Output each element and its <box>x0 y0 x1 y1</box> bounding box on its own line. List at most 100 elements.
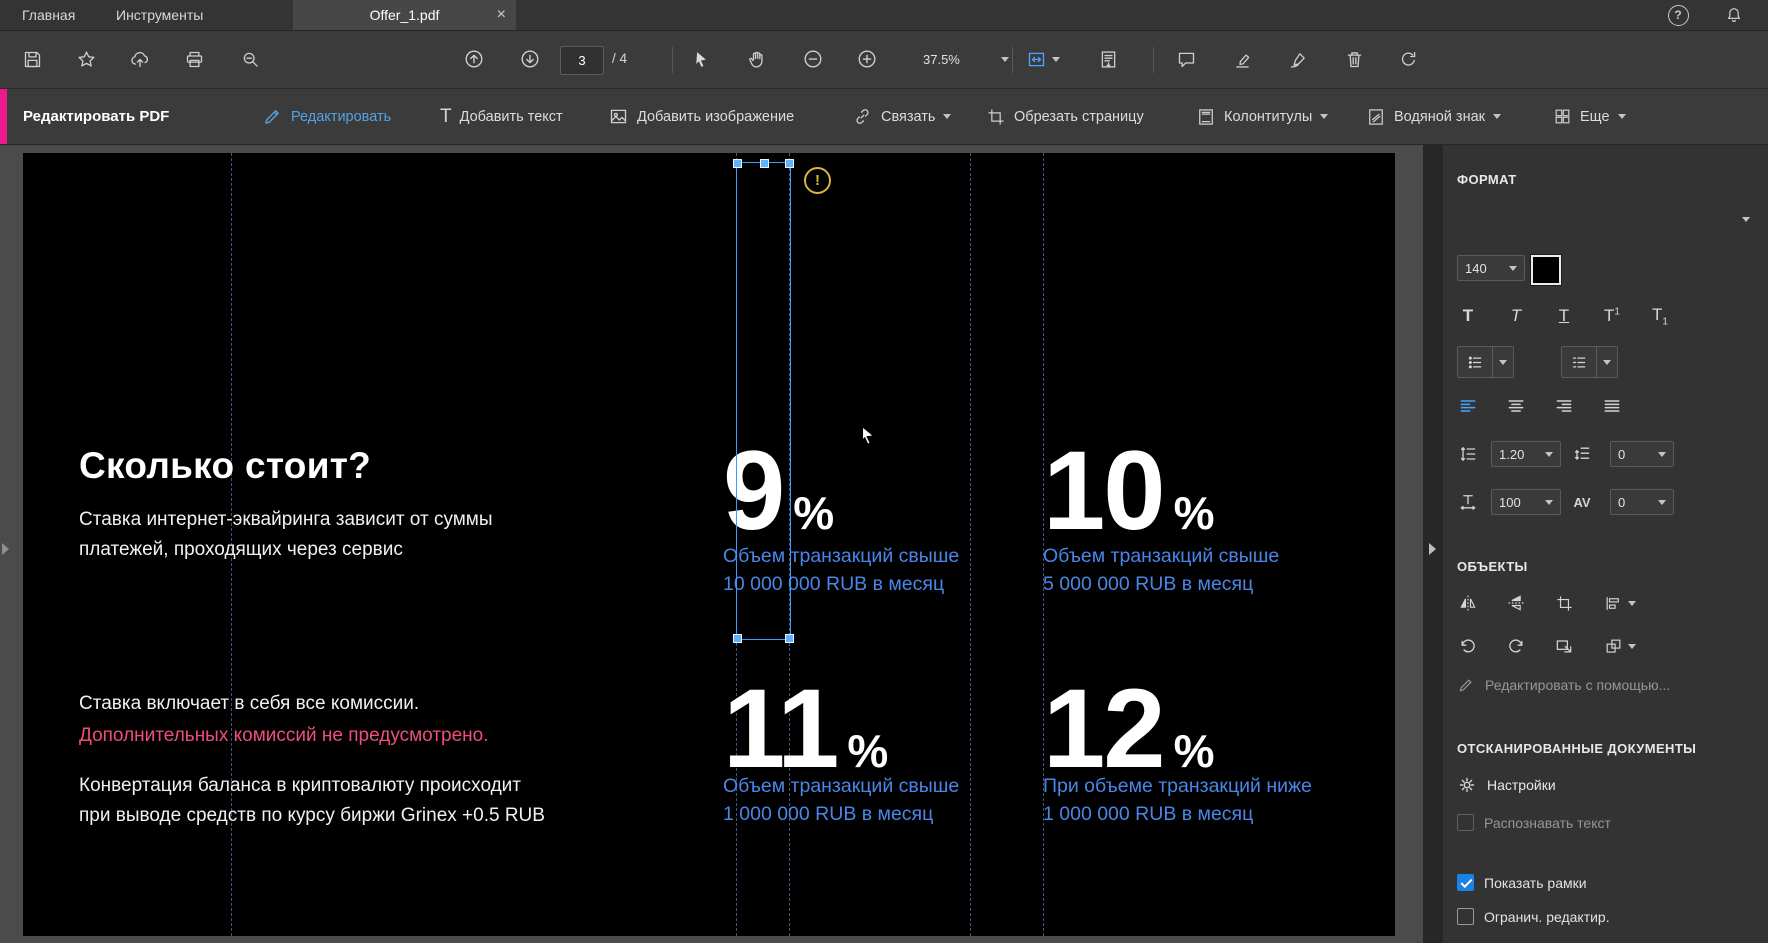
bullet-list-dropdown[interactable] <box>1457 346 1514 378</box>
page-total-label: / 4 <box>612 51 628 66</box>
zoom-out-button[interactable] <box>795 41 831 77</box>
share-cloud-button[interactable] <box>122 41 158 77</box>
pdf-page[interactable]: Сколько стоит? Ставка интернет-эквайринг… <box>23 153 1395 936</box>
align-left-button[interactable] <box>1450 390 1486 422</box>
star-icon <box>77 50 95 67</box>
search-button[interactable] <box>232 41 268 77</box>
show-frames-checkbox-row[interactable]: Показать рамки <box>1457 874 1587 891</box>
align-objects-dropdown[interactable] <box>1594 587 1646 619</box>
font-family-dropdown[interactable] <box>1742 217 1750 222</box>
zoom-level-dropdown[interactable]: 37.5% <box>915 46 1017 72</box>
horizontal-scale-dropdown[interactable]: 100 <box>1491 489 1561 515</box>
restrict-edit-label: Огранич. редактир. <box>1484 908 1610 925</box>
collapse-panel-icon[interactable] <box>1429 543 1436 555</box>
replace-image-button[interactable] <box>1546 630 1582 662</box>
align-justify-button[interactable] <box>1594 390 1630 422</box>
scan-settings-button[interactable]: Настройки <box>1457 775 1556 795</box>
watermark-dropdown[interactable]: Водяной знак <box>1366 89 1501 144</box>
underline-button[interactable]: T <box>1546 300 1582 332</box>
tier-rate-10[interactable]: 10% <box>1043 435 1214 547</box>
flip-horizontal-button[interactable] <box>1450 587 1486 619</box>
font-color-swatch[interactable] <box>1530 254 1562 286</box>
crop-object-button[interactable] <box>1546 587 1582 619</box>
flip-vertical-button[interactable] <box>1498 587 1534 619</box>
crop-page-button[interactable]: Обрезать страницу <box>986 89 1144 144</box>
previous-page-button[interactable] <box>456 41 492 77</box>
recognize-text-checkbox[interactable] <box>1457 814 1474 831</box>
show-frames-checkbox[interactable] <box>1457 874 1474 891</box>
tier-caption-10[interactable]: Объем транзакций свыше 5 000 000 RUB в м… <box>1043 542 1279 598</box>
hand-tool-button[interactable] <box>739 41 775 77</box>
restrict-edit-checkbox-row[interactable]: Огранич. редактир. <box>1457 908 1610 925</box>
chevron-down-icon <box>1320 114 1329 119</box>
kerning-dropdown[interactable]: 0 <box>1610 489 1674 515</box>
tab-home[interactable]: Главная <box>16 0 81 30</box>
fit-width-dropdown[interactable] <box>1019 41 1067 77</box>
document-viewport[interactable]: Сколько стоит? Ставка интернет-эквайринг… <box>0 145 1423 943</box>
tier-rate-11[interactable]: 11% <box>723 673 888 785</box>
comment-button[interactable] <box>1168 41 1204 77</box>
show-frames-label: Показать рамки <box>1484 874 1587 891</box>
zoom-in-button[interactable] <box>849 41 885 77</box>
page-number-input[interactable] <box>560 46 604 75</box>
more-dropdown[interactable]: Еще <box>1553 89 1626 144</box>
subscript-button[interactable]: T1 <box>1642 300 1678 332</box>
tier-rate-12[interactable]: 12% <box>1043 673 1214 785</box>
pdf-fees-paragraph[interactable]: Ставка включает в себя все комиссии. Доп… <box>79 688 489 752</box>
paragraph-spacing-dropdown[interactable]: 0 <box>1610 441 1674 467</box>
superscript-button[interactable]: T1 <box>1594 300 1630 332</box>
highlighter-icon <box>1235 53 1249 68</box>
sign-button[interactable] <box>1280 41 1316 77</box>
chevron-down-icon <box>1052 56 1060 62</box>
arrange-dropdown[interactable] <box>1594 630 1646 662</box>
rotate-ccw-button[interactable] <box>1450 630 1486 662</box>
font-size-dropdown[interactable]: 140 <box>1457 255 1525 281</box>
left-panel-expand-icon[interactable] <box>2 543 9 555</box>
print-button[interactable] <box>176 41 212 77</box>
selection-handle[interactable] <box>760 159 769 168</box>
add-text-button[interactable]: T Добавить текст <box>440 89 563 144</box>
align-right-button[interactable] <box>1546 390 1582 422</box>
next-page-button[interactable] <box>512 41 548 77</box>
edit-using-button[interactable]: Редактировать с помощью... <box>1457 676 1670 694</box>
restrict-edit-checkbox[interactable] <box>1457 908 1474 925</box>
notifications-button[interactable] <box>1722 3 1746 27</box>
align-center-button[interactable] <box>1498 390 1534 422</box>
pdf-intro-paragraph[interactable]: Ставка интернет-эквайринга зависит от су… <box>79 505 493 565</box>
selection-handle[interactable] <box>733 159 742 168</box>
italic-icon: T <box>1510 306 1522 325</box>
italic-button[interactable]: T <box>1498 300 1534 332</box>
highlight-button[interactable] <box>1224 41 1260 77</box>
selection-handle[interactable] <box>785 159 794 168</box>
selection-handle[interactable] <box>733 634 742 643</box>
bold-button[interactable]: T <box>1450 300 1486 332</box>
warning-badge-icon[interactable]: ! <box>804 167 831 194</box>
document-tab[interactable]: Offer_1.pdf × <box>293 0 516 30</box>
delete-button[interactable] <box>1336 41 1372 77</box>
selected-textbox-frame[interactable] <box>733 159 794 643</box>
refresh-button[interactable] <box>1390 41 1426 77</box>
edit-mode-button[interactable]: Редактировать <box>262 89 391 144</box>
pdf-heading[interactable]: Сколько стоит? <box>79 445 371 487</box>
add-image-button[interactable]: Добавить изображение <box>608 89 794 144</box>
header-footer-dropdown[interactable]: Колонтитулы <box>1196 89 1329 144</box>
tab-bar: Главная Инструменты Offer_1.pdf × ? <box>0 0 1768 31</box>
recognize-text-checkbox-row[interactable]: Распознавать текст <box>1457 814 1611 831</box>
select-tool-button[interactable] <box>683 41 719 77</box>
help-button[interactable]: ? <box>1666 3 1690 27</box>
page-display-button[interactable] <box>1090 41 1126 77</box>
tier-caption-12[interactable]: При объеме транзакций ниже 1 000 000 RUB… <box>1043 772 1312 828</box>
tab-tools[interactable]: Инструменты <box>110 0 209 30</box>
link-dropdown[interactable]: Связать <box>852 89 952 144</box>
rate-number: 10 <box>1043 428 1166 553</box>
tier-caption-11[interactable]: Объем транзакций свыше 1 000 000 RUB в м… <box>723 772 959 828</box>
pdf-conversion-paragraph[interactable]: Конвертация баланса в криптовалюту проис… <box>79 771 545 831</box>
rotate-cw-button[interactable] <box>1498 630 1534 662</box>
star-button[interactable] <box>68 41 104 77</box>
tab-close-icon[interactable]: × <box>497 0 506 30</box>
selection-handle[interactable] <box>785 634 794 643</box>
numbered-list-dropdown[interactable] <box>1561 346 1618 378</box>
align-objects-icon <box>1606 596 1619 610</box>
line-spacing-dropdown[interactable]: 1.20 <box>1491 441 1561 467</box>
save-button[interactable] <box>14 41 50 77</box>
